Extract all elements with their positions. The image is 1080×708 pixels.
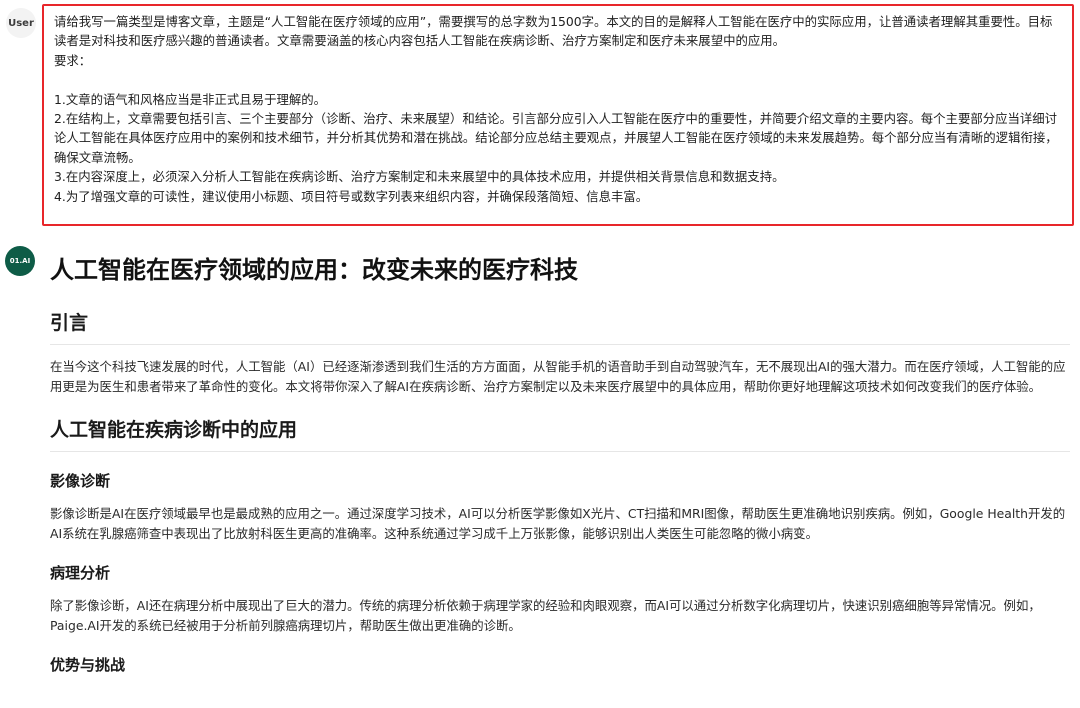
intro-heading: 引言 [50,308,1070,345]
diagnosis-heading: 人工智能在疾病诊断中的应用 [50,415,1070,452]
user-avatar: User [6,8,36,38]
pathology-paragraph: 除了影像诊断，AI还在病理分析中展现出了巨大的潜力。传统的病理分析依赖于病理学家… [50,598,1041,633]
intro-paragraph: 在当今这个科技飞速发展的时代，人工智能（AI）已经逐渐渗透到我们生活的方方面面，… [50,359,1066,394]
imaging-paragraph: 影像诊断是AI在医疗领域最早也是最成熟的应用之一。通过深度学习技术，AI可以分析… [50,506,1066,541]
user-prompt-box: 请给我写一篇类型是博客文章，主题是“人工智能在医疗领域的应用”，需要撰写的总字数… [42,4,1074,226]
imaging-heading: 影像诊断 [50,472,111,490]
pros-cons-heading: 优势与挑战 [50,656,126,674]
assistant-avatar: 01.AI [5,246,35,276]
article-title: 人工智能在医疗领域的应用：改变未来的医疗科技 [50,256,578,284]
pathology-heading: 病理分析 [50,564,111,582]
assistant-reply: 人工智能在医疗领域的应用：改变未来的医疗科技 引言 在当今这个科技飞速发展的时代… [50,248,1070,676]
